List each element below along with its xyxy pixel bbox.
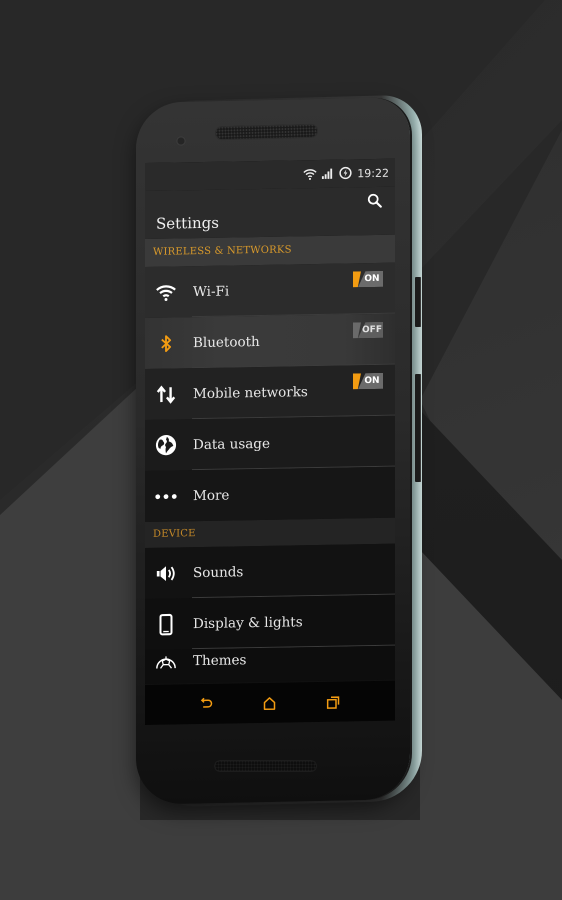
- settings-item-label: Bluetooth: [193, 333, 260, 351]
- themes-icon: [155, 653, 177, 675]
- settings-item-mobile-networks[interactable]: Mobile networks ON: [145, 364, 395, 420]
- settings-item-label: Mobile networks: [193, 383, 308, 402]
- settings-item-wifi[interactable]: Wi-Fi ON: [145, 262, 395, 318]
- page-title: Settings: [156, 213, 219, 233]
- settings-item-label: Sounds: [193, 563, 244, 581]
- settings-item-label: Wi-Fi: [193, 283, 230, 300]
- settings-item-bluetooth[interactable]: Bluetooth OFF: [145, 313, 395, 369]
- toggle-state: ON: [358, 271, 383, 287]
- data-arrows-icon: [155, 383, 177, 405]
- settings-item-label: Display & lights: [193, 613, 303, 632]
- earpiece-speaker: [214, 123, 319, 141]
- settings-item-label: Data usage: [193, 435, 270, 453]
- more-dots-icon: [155, 485, 177, 507]
- bluetooth-icon: [155, 332, 177, 354]
- battery-charging-icon: [339, 166, 353, 180]
- navigation-bar: [145, 680, 395, 725]
- settings-item-label: More: [193, 487, 230, 504]
- app-bar: Settings: [145, 186, 395, 239]
- bottom-speaker: [214, 760, 317, 772]
- home-icon[interactable]: [261, 694, 279, 712]
- settings-item-label: Themes: [193, 652, 247, 670]
- toggle-state: ON: [358, 373, 383, 389]
- toggle-state: OFF: [358, 322, 383, 338]
- settings-item-data-usage[interactable]: Data usage: [145, 415, 395, 471]
- phone-display-icon: [155, 613, 177, 635]
- mobile-networks-toggle[interactable]: ON: [353, 373, 383, 390]
- recents-icon[interactable]: [324, 693, 342, 711]
- status-time: 19:22: [357, 166, 389, 180]
- bluetooth-toggle[interactable]: OFF: [353, 322, 383, 339]
- settings-item-themes[interactable]: Themes: [145, 645, 395, 684]
- search-icon[interactable]: [367, 193, 385, 211]
- wifi-icon: [155, 281, 177, 303]
- settings-item-display[interactable]: Display & lights: [145, 594, 395, 650]
- wifi-icon: [303, 167, 317, 181]
- wifi-toggle[interactable]: ON: [353, 271, 383, 288]
- signal-icon: [321, 167, 335, 181]
- power-button: [415, 277, 421, 327]
- settings-item-sounds[interactable]: Sounds: [145, 543, 395, 599]
- front-camera: [176, 136, 186, 146]
- globe-icon: [155, 434, 177, 456]
- back-icon[interactable]: [198, 695, 216, 713]
- section-header-wireless: WIRELESS & NETWORKS: [145, 234, 395, 267]
- speaker-icon: [155, 562, 177, 584]
- phone-screen: 19:22 Settings WIRELESS & NETWORKS Wi-Fi…: [145, 158, 395, 725]
- settings-item-more[interactable]: More: [145, 466, 395, 522]
- status-bar: 19:22: [145, 158, 395, 191]
- volume-button: [415, 374, 421, 482]
